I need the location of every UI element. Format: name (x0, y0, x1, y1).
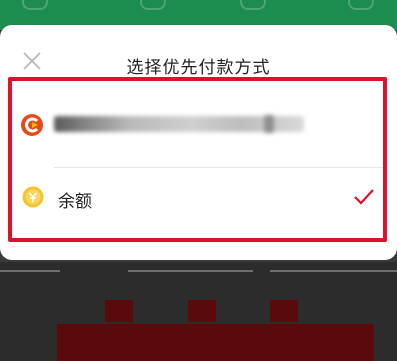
highlight-annotation-box (8, 77, 387, 242)
background-divider (0, 270, 60, 272)
background-divider (270, 270, 397, 272)
background-tab-icon (348, 0, 374, 10)
sheet-title: 选择优先付款方式 (126, 58, 271, 78)
background-block (188, 300, 216, 322)
background-divider (128, 270, 253, 272)
background-tab-icon (22, 0, 48, 10)
background-button (57, 324, 374, 361)
background-block (270, 300, 298, 322)
background-block (105, 300, 133, 322)
background-tab-icon (240, 0, 266, 10)
background-tab-icon (140, 0, 166, 10)
